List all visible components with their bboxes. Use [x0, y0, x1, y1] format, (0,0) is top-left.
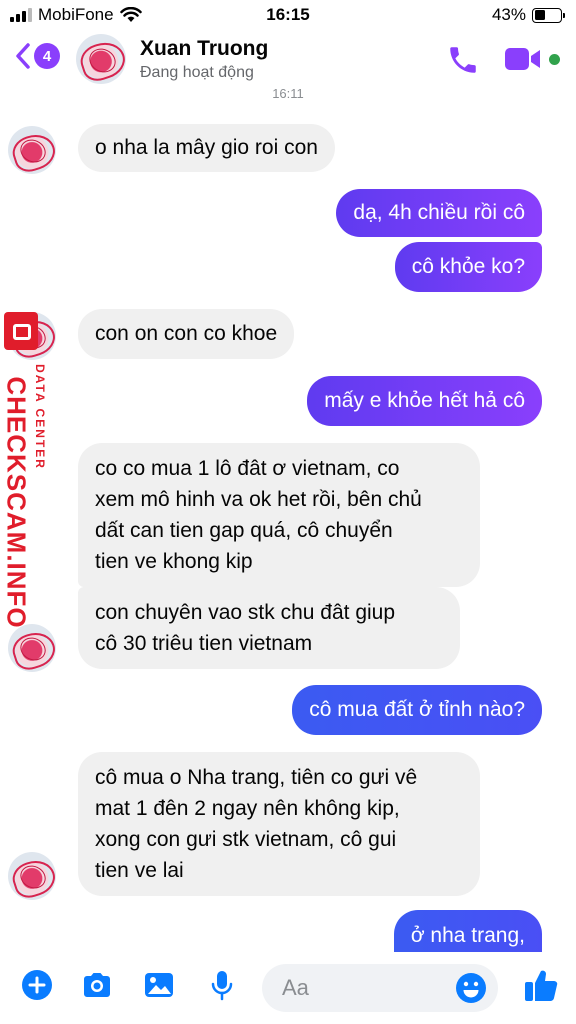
back-chevron-icon [16, 43, 30, 69]
message-bubble[interactable]: mấy e khỏe hết hả cô [307, 376, 542, 426]
message-bubble[interactable]: cô khỏe ko? [394, 242, 542, 292]
status-bar: MobiFone 16:15 43% [0, 0, 576, 30]
camera-icon[interactable] [80, 968, 114, 1002]
message-text: con on con co khoe [95, 322, 278, 345]
phone-icon[interactable] [446, 43, 480, 77]
contact-name[interactable]: Xuan Truong [140, 37, 268, 61]
message-input[interactable] [282, 974, 432, 1002]
contact-avatar[interactable] [76, 34, 126, 84]
watermark-subtitle: DATA CENTER [33, 364, 47, 470]
online-status-dot [549, 54, 560, 65]
message-bubble[interactable]: co co mua 1 lô đât ơ vietnam, co xem mô … [78, 443, 480, 587]
message-text: mấy e khỏe hết hả cô [324, 389, 525, 412]
conversation-header: 4 Xuan Truong Đang hoạt động [0, 30, 576, 90]
battery-percent: 43% [491, 5, 526, 24]
message-bubble[interactable]: cô mua đất ở tỉnh nào? [292, 685, 542, 735]
sender-avatar[interactable] [8, 852, 56, 900]
message-text: cô khỏe ko? [411, 255, 525, 278]
battery-fill [534, 10, 546, 20]
plus-icon[interactable] [20, 968, 54, 1002]
message-line: co co mua 1 lô đât ơ vietnam, co [95, 457, 400, 480]
contact-status: Đang hoạt động [140, 64, 254, 81]
photo-icon[interactable] [142, 968, 176, 1002]
message-text: ở nha trang, [410, 924, 525, 947]
back-button[interactable]: 4 [14, 42, 60, 70]
message-line: xong con gưi stk vietnam, cô gui [95, 828, 397, 851]
watermark: DATA CENTER CHECKSCAM.INFO [2, 312, 48, 629]
message-line: mat 1 đên 2 ngay nên không kip, [95, 797, 400, 820]
like-icon[interactable] [522, 966, 560, 1004]
video-icon[interactable] [504, 45, 542, 73]
message-line: tien ve lai [95, 859, 184, 882]
message-bubble[interactable]: con chuyên vao stk chu đât giup cô 30 tr… [78, 587, 460, 669]
emoji-icon[interactable] [454, 971, 488, 1005]
mic-icon[interactable] [205, 968, 239, 1002]
status-time: 16:15 [266, 5, 310, 24]
message-line: xem mô hinh va ok het rồi, bên chủ [95, 488, 422, 511]
composer-toolbar [0, 952, 576, 1024]
status-right: 43% [491, 5, 565, 25]
message-bubble[interactable]: ở nha trang, [393, 910, 542, 958]
battery-icon [532, 7, 565, 23]
message-line: cô mua o Nha trang, tiên co gưi vê [95, 766, 418, 789]
message-line: tien ve khong kip [95, 550, 253, 573]
message-line: dất can tien gap quá, cô chuyển [95, 519, 393, 542]
message-text: cô mua đất ở tỉnh nào? [309, 698, 525, 721]
unread-count-badge: 4 [34, 43, 60, 69]
message-text: o nha la mây gio roi con [95, 136, 318, 159]
message-line: cô 30 triêu tien vietnam [95, 632, 313, 655]
message-bubble[interactable]: con on con co khoe [78, 309, 295, 359]
watermark-title: CHECKSCAM.INFO [1, 376, 32, 629]
watermark-logo-icon [4, 312, 38, 350]
sender-avatar[interactable] [8, 126, 56, 174]
message-bubble[interactable]: dạ, 4h chiều rồi cô [336, 189, 542, 237]
message-timestamp: 16:11 [272, 86, 304, 101]
message-composer[interactable] [262, 964, 498, 1012]
message-bubble[interactable]: o nha la mây gio roi con [78, 124, 335, 172]
message-line: con chuyên vao stk chu đât giup [95, 601, 396, 624]
message-bubble[interactable]: cô mua o Nha trang, tiên co gưi vê mat 1… [78, 752, 480, 896]
message-text: dạ, 4h chiều rồi cô [353, 201, 525, 224]
